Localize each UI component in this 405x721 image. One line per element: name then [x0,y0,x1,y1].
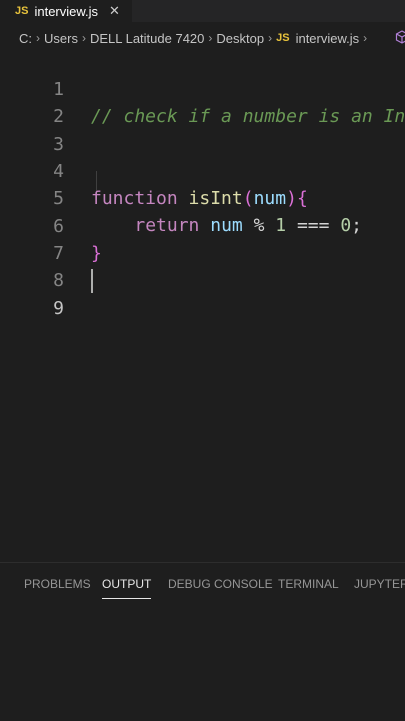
tab-output[interactable]: OUTPUT [102,577,152,599]
code-line-8[interactable]: 8 [0,240,405,291]
chevron-right-icon: › [363,31,368,45]
breadcrumb-file[interactable]: interview.js [296,31,360,46]
breadcrumb: C: › Users › DELL Latitude 7420 › Deskto… [0,28,405,48]
javascript-file-icon: JS [15,5,29,17]
chevron-right-icon: › [268,31,273,45]
code-line-2[interactable]: 2 [0,76,405,127]
code-editor[interactable]: 1 // check if a number is an In 2 3 4 fu… [0,48,405,562]
chevron-right-icon: › [36,31,40,45]
code-line-6[interactable]: 6 } [0,186,405,264]
javascript-file-icon: JS [276,32,290,44]
breadcrumb-drive[interactable]: C: [19,31,32,46]
chevron-right-icon: › [208,31,213,45]
tab-debug-console[interactable]: DEBUG CONSOLE [168,577,273,591]
close-icon[interactable]: ✕ [109,3,120,19]
tab-title: interview.js [34,3,99,19]
line-number-active: 9 [53,298,64,319]
code-line-4[interactable]: 4 function isInt(num){ [0,131,405,209]
bottom-panel: PROBLEMS OUTPUT DEBUG CONSOLE TERMINAL J… [0,562,405,721]
breadcrumb-desktop[interactable]: Desktop [216,31,264,46]
code-line-9[interactable]: 9 [0,268,405,319]
panel-tab-bar: PROBLEMS OUTPUT DEBUG CONSOLE TERMINAL J… [0,577,405,601]
tab-interview-js[interactable]: JS interview.js ✕ [0,0,132,22]
breadcrumb-user-folder[interactable]: DELL Latitude 7420 [90,31,204,46]
breadcrumb-users[interactable]: Users [44,31,78,46]
tab-jupyter[interactable]: JUPYTER [354,577,405,591]
code-line-1[interactable]: 1 // check if a number is an In [0,49,405,127]
editor-tab-bar: JS interview.js ✕ [0,0,405,22]
tab-terminal[interactable]: TERMINAL [278,577,339,591]
chevron-right-icon: › [81,31,86,45]
text-cursor [91,269,93,293]
tab-problems[interactable]: PROBLEMS [24,577,91,591]
code-line-7[interactable]: 7 [0,213,405,264]
code-line-3[interactable]: 3 [0,104,405,155]
symbol-cube-icon[interactable] [395,29,405,47]
code-line-5[interactable]: 5 return num % 1 === 0; [0,158,405,236]
